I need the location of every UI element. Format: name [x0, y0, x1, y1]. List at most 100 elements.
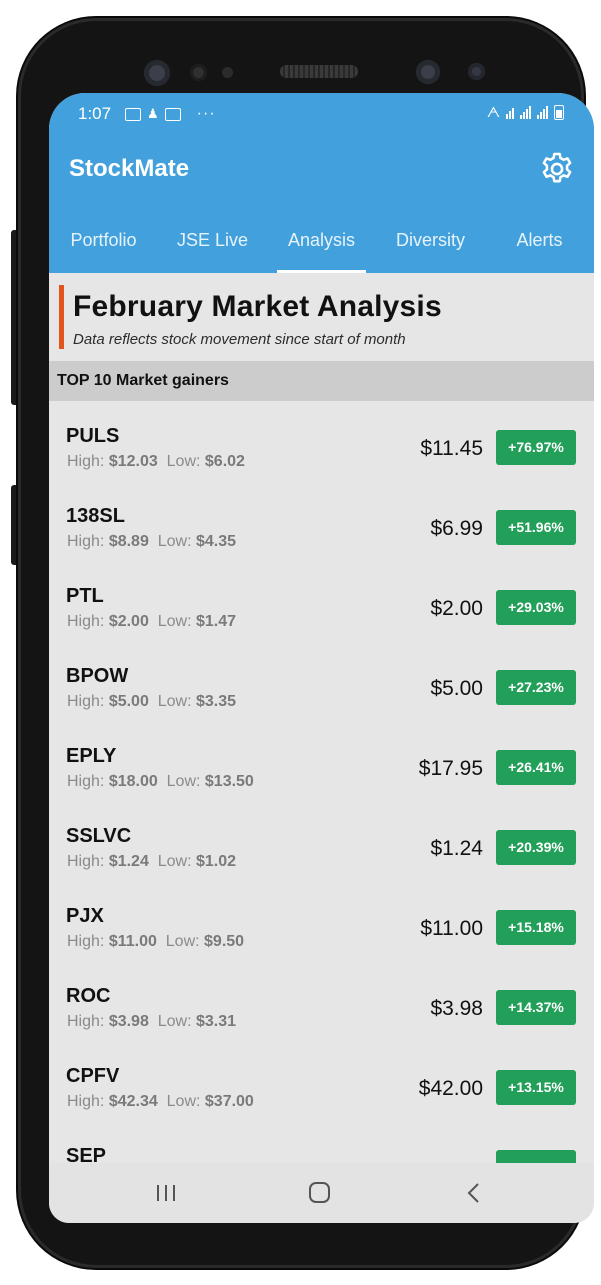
low-value: $1.47 — [196, 613, 237, 630]
change-badge[interactable]: +27.23% — [496, 670, 576, 705]
list-item[interactable]: SSLVC High: $1.24 Low: $1.02 $1.24 +20.3… — [49, 801, 594, 881]
change-badge[interactable]: +15.18% — [496, 910, 576, 945]
gallery-notification-icon — [125, 107, 141, 121]
tab-bar: Portfolio JSE Live Analysis Diversity Al… — [49, 223, 594, 273]
change-badge[interactable]: +51.96% — [496, 510, 576, 545]
section-header: TOP 10 Market gainers — [49, 361, 594, 401]
high-label: High: — [67, 453, 105, 470]
list-item[interactable]: EPLY High: $18.00 Low: $13.50 $17.95 +26… — [49, 721, 594, 801]
change-badge[interactable]: +76.97% — [496, 430, 576, 465]
stock-symbol: CPFV — [66, 1065, 120, 1087]
list-item[interactable]: BPOW High: $5.00 Low: $3.35 $5.00 +27.23… — [49, 641, 594, 721]
low-value: $3.35 — [196, 693, 237, 710]
more-notifications-icon: ··· — [196, 105, 216, 122]
tab-portfolio[interactable]: Portfolio — [49, 223, 158, 273]
high-label: High: — [67, 1093, 105, 1110]
high-low: High: $11.00 Low: $9.50 — [67, 933, 244, 951]
system-icons: ᗅ — [487, 104, 564, 121]
list-item[interactable]: PULS High: $12.03 Low: $6.02 $11.45 +76.… — [49, 401, 594, 481]
headline-accent-bar — [59, 285, 64, 349]
stock-symbol: ROC — [66, 985, 111, 1007]
gear-icon[interactable] — [538, 150, 576, 188]
change-badge[interactable]: +29.03% — [496, 590, 576, 625]
stock-price: $5.00 — [430, 677, 483, 700]
list-item[interactable]: PJX High: $11.00 Low: $9.50 $11.00 +15.1… — [49, 881, 594, 961]
bluetooth-icon: ᗅ — [486, 104, 500, 120]
tab-alerts[interactable]: Alerts — [485, 223, 594, 273]
low-value: $37.00 — [204, 1093, 254, 1110]
stock-price: $11.00 — [420, 917, 483, 940]
high-label: High: — [67, 853, 105, 870]
high-low: High: $8.89 Low: $4.35 — [67, 533, 236, 551]
low-label: Low: — [157, 1013, 192, 1030]
stock-symbol: EPLY — [66, 745, 117, 767]
stock-symbol: PTL — [66, 585, 104, 607]
high-label: High: — [67, 533, 105, 550]
low-value: $3.31 — [196, 1013, 237, 1030]
low-value: $1.02 — [196, 853, 237, 870]
earpiece-speaker — [280, 65, 358, 78]
high-low: High: $42.34 Low: $37.00 — [67, 1093, 254, 1111]
low-value: $13.50 — [204, 773, 254, 790]
tab-jse-live[interactable]: JSE Live — [158, 223, 267, 273]
stock-symbol: 138SL — [66, 505, 125, 527]
tab-analysis[interactable]: Analysis — [267, 223, 376, 273]
stock-price: $6.99 — [430, 517, 483, 540]
back-icon[interactable] — [453, 1175, 493, 1211]
light-sensor — [222, 67, 233, 78]
home-icon[interactable] — [299, 1175, 339, 1211]
status-bar: 1:07 ♟ ··· ᗅ — [49, 93, 594, 133]
stock-price: $1.24 — [430, 837, 483, 860]
low-value: $6.02 — [204, 453, 245, 470]
stock-price: $3.98 — [430, 997, 483, 1020]
high-low: High: $5.00 Low: $3.35 — [67, 693, 236, 711]
list-item[interactable]: 138SL High: $8.89 Low: $4.35 $6.99 +51.9… — [49, 481, 594, 561]
battery-icon — [554, 105, 564, 120]
iris-scanner — [416, 60, 440, 84]
high-low: High: $12.03 Low: $6.02 — [67, 453, 245, 471]
signal-2-icon — [537, 106, 548, 119]
high-value: $5.00 — [108, 693, 149, 710]
high-label: High: — [67, 613, 105, 630]
page-title: February Market Analysis — [73, 290, 442, 323]
low-value: $9.50 — [204, 933, 245, 950]
tab-diversity[interactable]: Diversity — [376, 223, 485, 273]
low-label: Low: — [166, 773, 201, 790]
high-low: High: $2.00 Low: $1.47 — [67, 613, 236, 631]
recent-apps-icon[interactable] — [146, 1175, 186, 1211]
high-value: $3.98 — [108, 1013, 149, 1030]
high-label: High: — [67, 693, 105, 710]
list-item[interactable]: ROC High: $3.98 Low: $3.31 $3.98 +14.37% — [49, 961, 594, 1041]
low-label: Low: — [166, 453, 201, 470]
low-label: Low: — [166, 1093, 201, 1110]
stock-symbol: BPOW — [66, 665, 129, 687]
low-label: Low: — [157, 693, 192, 710]
high-low: High: $3.98 Low: $3.31 — [67, 1013, 236, 1031]
change-badge[interactable]: +26.41% — [496, 750, 576, 785]
high-value: $1.24 — [108, 853, 149, 870]
navigation-bar — [49, 1163, 594, 1223]
proximity-sensor — [190, 64, 207, 81]
stock-symbol: PJX — [66, 905, 104, 927]
change-badge[interactable]: +13.15% — [496, 1070, 576, 1105]
low-label: Low: — [157, 533, 192, 550]
high-label: High: — [67, 773, 105, 790]
low-value: $4.35 — [196, 533, 237, 550]
phone-frame: 1:07 ♟ ··· ᗅ StockMate Portfolio JSE Liv… — [18, 18, 594, 1268]
change-badge[interactable]: +14.37% — [496, 990, 576, 1025]
list-item[interactable]: PTL High: $2.00 Low: $1.47 $2.00 +29.03% — [49, 561, 594, 641]
high-value: $8.89 — [108, 533, 149, 550]
change-badge[interactable]: +20.39% — [496, 830, 576, 865]
list-item[interactable]: CPFV High: $42.34 Low: $37.00 $42.00 +13… — [49, 1041, 594, 1121]
gainers-list[interactable]: PULS High: $12.03 Low: $6.02 $11.45 +76.… — [49, 401, 594, 1163]
screen: 1:07 ♟ ··· ᗅ StockMate Portfolio JSE Liv… — [49, 93, 594, 1223]
status-time: 1:07 — [78, 104, 112, 123]
email-notification-icon — [164, 107, 181, 121]
high-value: $18.00 — [108, 773, 158, 790]
change-badge[interactable] — [496, 1150, 576, 1163]
high-low: High: $18.00 Low: $13.50 — [67, 773, 254, 791]
stock-price: $11.45 — [420, 437, 483, 460]
list-item[interactable]: SEP — [49, 1121, 594, 1163]
stock-symbol: PULS — [66, 425, 120, 447]
high-value: $11.00 — [108, 933, 157, 950]
